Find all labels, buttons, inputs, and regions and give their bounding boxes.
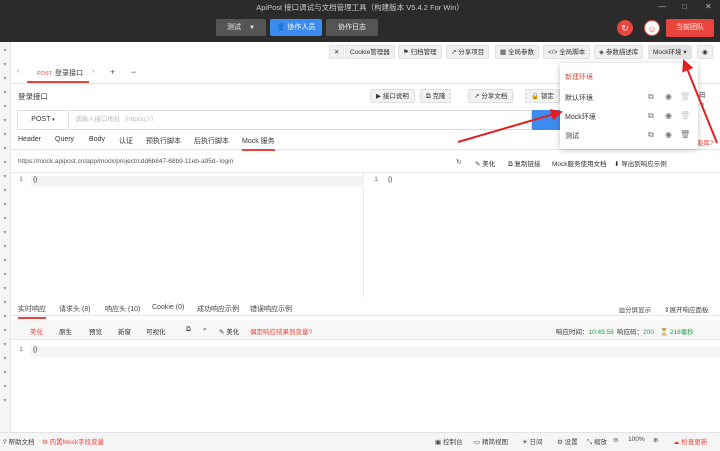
- arrow-to-mock-env: [457, 109, 563, 143]
- arrow-to-mock-select: [682, 59, 718, 144]
- annotation-arrows: [457, 59, 718, 144]
